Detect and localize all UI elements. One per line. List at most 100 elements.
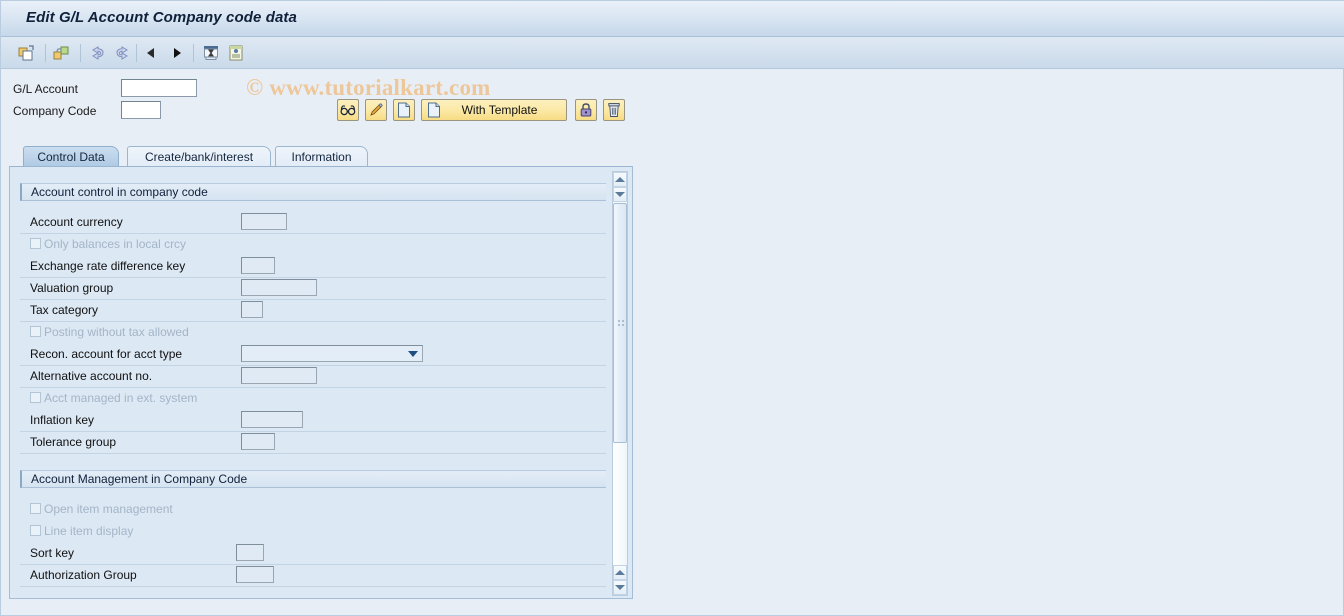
row-only-balances-local-crcy: Only balances in local crcy — [20, 234, 606, 256]
toolbar-separator — [136, 44, 137, 62]
scroll-page-down-icon[interactable] — [613, 580, 627, 595]
field-label: Tax category — [30, 303, 99, 317]
checkbox-label: Only balances in local crcy — [44, 237, 187, 251]
title-bar: Edit G/L Account Company code data — [1, 1, 1344, 37]
next-arrow-icon[interactable] — [165, 41, 189, 65]
control-data-panel: Account control in company code Account … — [9, 166, 633, 599]
trash-icon — [607, 102, 621, 118]
field-label: Account currency — [30, 215, 123, 229]
row-inflation-key: Inflation key — [20, 410, 606, 432]
row-valuation-group: Valuation group — [20, 278, 606, 300]
only-balances-checkbox[interactable] — [30, 238, 41, 249]
field-label: Inflation key — [30, 413, 95, 427]
section-header-account-management: Account Management in Company Code — [20, 470, 606, 488]
acct-managed-ext-system-checkbox[interactable] — [30, 392, 41, 403]
field-label: Alternative account no. — [30, 369, 153, 383]
with-template-button[interactable]: With Template — [421, 99, 567, 121]
row-tax-category: Tax category — [20, 300, 606, 322]
tab-control-data[interactable]: Control Data — [23, 146, 119, 167]
page-icon — [427, 102, 441, 118]
scrollbar-grip — [618, 320, 624, 326]
field-label: Tolerance group — [30, 435, 117, 449]
panel-content: Account control in company code Account … — [14, 171, 616, 596]
row-authorization-group: Authorization Group — [20, 565, 606, 587]
field-label: Recon. account for acct type — [30, 347, 183, 361]
row-posting-without-tax: Posting without tax allowed — [20, 322, 606, 344]
toolbar-separator — [80, 44, 81, 62]
checkbox-label: Open item management — [44, 502, 173, 516]
row-acct-managed-ext-system: Acct managed in ext. system — [20, 388, 606, 410]
lock-button[interactable] — [575, 99, 597, 121]
create-button[interactable] — [393, 99, 415, 121]
scrollbar-thumb[interactable] — [613, 203, 627, 443]
tax-category-input[interactable] — [241, 301, 263, 318]
tab-information[interactable]: Information — [275, 146, 368, 167]
exchange-rate-diff-key-input[interactable] — [241, 257, 275, 274]
section-title: Account control in company code — [31, 185, 208, 199]
row-open-item-management: Open item management — [20, 499, 606, 521]
vertical-scrollbar[interactable] — [612, 171, 628, 596]
posting-without-tax-checkbox[interactable] — [30, 326, 41, 337]
valuation-group-input[interactable] — [241, 279, 317, 296]
gl-account-label: G/L Account — [13, 82, 78, 96]
sort-key-input[interactable] — [236, 544, 264, 561]
copy-reference-icon[interactable] — [49, 41, 73, 65]
authorization-group-input[interactable] — [236, 566, 274, 583]
toolbar: © www.tutorialkart.com — [1, 37, 1344, 100]
company-code-input[interactable] — [121, 101, 161, 119]
field-label: Sort key — [30, 546, 75, 560]
chevron-down-icon — [408, 351, 418, 357]
checkbox-label: Posting without tax allowed — [44, 325, 189, 339]
copy-object-icon[interactable] — [14, 41, 38, 65]
delete-button[interactable] — [603, 99, 625, 121]
row-tolerance-group: Tolerance group — [20, 432, 606, 454]
page-title: Edit G/L Account Company code data — [26, 9, 297, 26]
tolerance-group-input[interactable] — [241, 433, 275, 450]
section-title: Account Management in Company Code — [31, 472, 248, 486]
account-currency-input[interactable] — [241, 213, 287, 230]
display-button[interactable] — [337, 99, 359, 121]
alternative-account-no-input[interactable] — [241, 367, 317, 384]
with-template-label: With Template — [461, 103, 538, 117]
page-icon — [397, 102, 411, 118]
note-icon[interactable] — [224, 41, 248, 65]
redo-icon[interactable] — [111, 41, 135, 65]
field-label: Exchange rate difference key — [30, 259, 186, 273]
row-recon-account-type: Recon. account for acct type — [20, 344, 606, 366]
row-exchange-rate-diff-key: Exchange rate difference key — [20, 256, 606, 278]
scroll-page-up-icon[interactable] — [613, 565, 627, 580]
printer-icon[interactable] — [199, 41, 223, 65]
field-label: Authorization Group — [30, 568, 137, 582]
row-divider — [20, 586, 606, 587]
open-item-management-checkbox[interactable] — [30, 503, 41, 514]
row-divider — [20, 453, 606, 454]
field-label: Valuation group — [30, 281, 114, 295]
inflation-key-input[interactable] — [241, 411, 303, 428]
row-alternative-account-no: Alternative account no. — [20, 366, 606, 388]
toolbar-separator — [45, 44, 46, 62]
tab-label: Information — [291, 150, 352, 164]
lock-icon — [579, 102, 593, 118]
sap-window: Edit G/L Account Company code data © www… — [0, 0, 1344, 616]
change-button[interactable] — [365, 99, 387, 121]
tab-label: Create/bank/interest — [144, 150, 254, 164]
row-account-currency: Account currency — [20, 212, 606, 234]
section-header-account-control: Account control in company code — [20, 183, 606, 201]
tab-create-bank-interest[interactable]: Create/bank/interest — [127, 146, 271, 167]
line-item-display-checkbox[interactable] — [30, 525, 41, 536]
previous-arrow-icon[interactable] — [139, 41, 163, 65]
tab-label: Control Data — [37, 150, 105, 164]
row-sort-key: Sort key — [20, 543, 606, 565]
toolbar-separator — [193, 44, 194, 62]
recon-account-type-dropdown[interactable] — [241, 345, 423, 362]
watermark-text: © www.tutorialkart.com — [246, 75, 491, 100]
row-line-item-display: Line item display — [20, 521, 606, 543]
scroll-down-icon[interactable] — [613, 187, 627, 202]
company-code-label: Company Code — [13, 104, 97, 118]
checkbox-label: Line item display — [44, 524, 134, 538]
undo-icon[interactable] — [85, 41, 109, 65]
pencil-icon — [368, 102, 384, 118]
checkbox-label: Acct managed in ext. system — [44, 391, 198, 405]
gl-account-input[interactable] — [121, 79, 197, 97]
scroll-up-icon[interactable] — [613, 172, 627, 187]
